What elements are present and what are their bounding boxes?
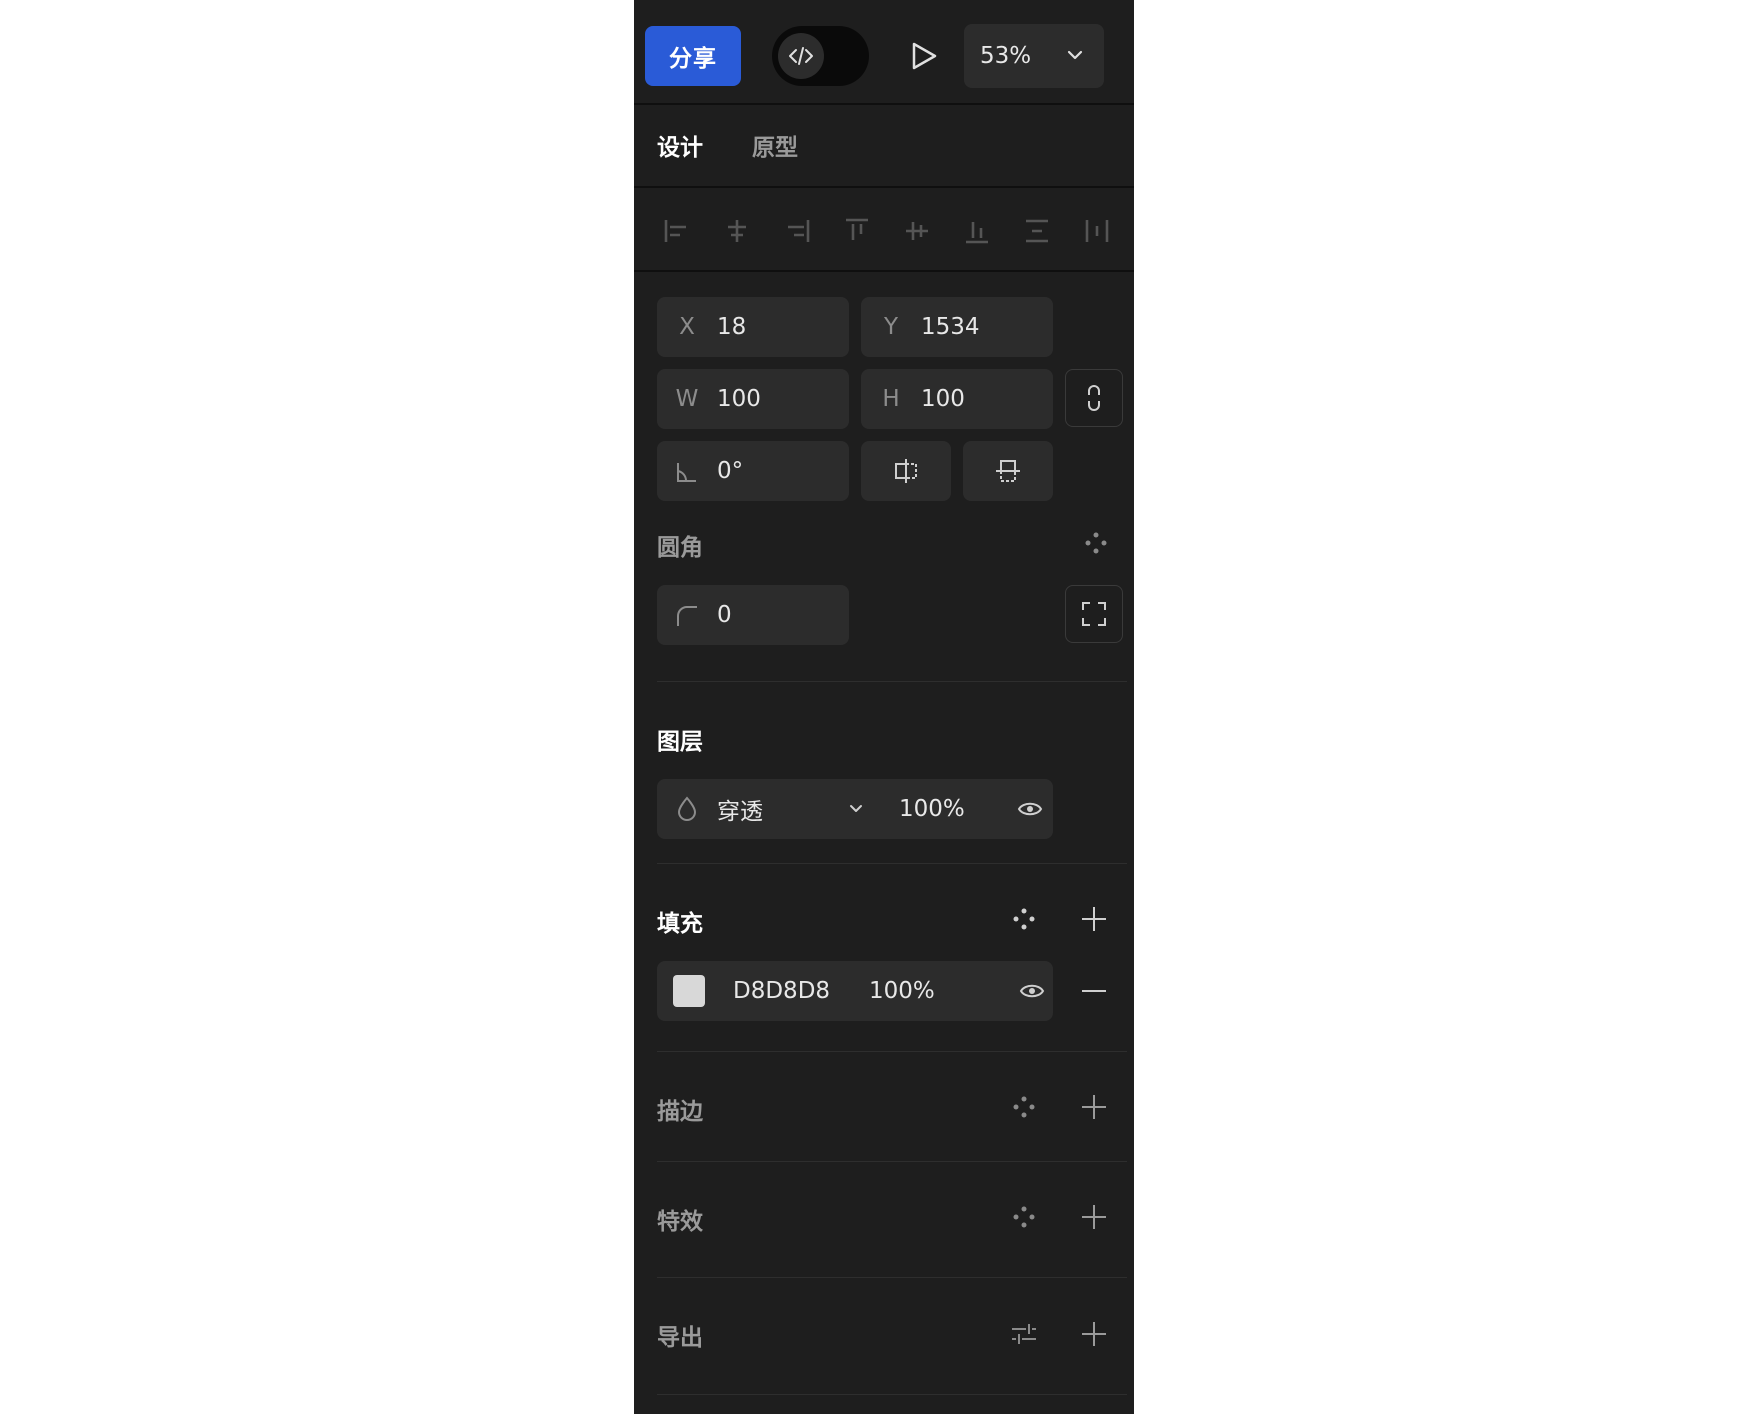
flip-horizontal-button[interactable] [861, 441, 951, 501]
eye-icon[interactable] [1019, 982, 1045, 1000]
divider [634, 186, 1134, 188]
divider [657, 863, 1127, 864]
blend-mode-value[interactable]: 穿透 [717, 792, 847, 826]
distribute-vertical-icon[interactable] [1022, 216, 1052, 246]
zoom-value: 53% [980, 43, 1032, 69]
layer-blend-row: 穿透 100% [657, 779, 1053, 839]
align-top-icon[interactable] [842, 216, 872, 246]
layer-title: 图层 [657, 729, 703, 755]
effects-title: 特效 [657, 1209, 703, 1235]
fill-row: D8D8D8 100% [657, 961, 1053, 1021]
fill-hex-value[interactable]: D8D8D8 [733, 978, 869, 1004]
flip-vertical-button[interactable] [963, 441, 1053, 501]
stroke-title: 描边 [657, 1099, 703, 1125]
variable-icon[interactable] [1083, 530, 1109, 556]
divider [657, 681, 1127, 682]
dev-mode-toggle[interactable] [772, 26, 869, 86]
corner-radius-title: 圆角 [657, 535, 703, 561]
color-swatch[interactable] [673, 975, 705, 1007]
constrain-proportions-button[interactable] [1065, 369, 1123, 427]
y-label: Y [883, 314, 899, 340]
add-stroke-icon[interactable] [1080, 1093, 1108, 1121]
divider [657, 1051, 1127, 1052]
y-position-field[interactable]: Y 1534 [861, 297, 1053, 357]
share-button[interactable]: 分享 [645, 26, 741, 86]
align-vertical-center-icon[interactable] [902, 216, 932, 246]
x-label: X [679, 314, 695, 340]
divider [634, 270, 1134, 272]
add-effect-icon[interactable] [1080, 1203, 1108, 1231]
chevron-down-icon [1067, 50, 1083, 60]
chevron-down-icon[interactable] [847, 800, 865, 818]
y-value: 1534 [921, 314, 980, 340]
link-icon [1088, 385, 1100, 411]
sliders-icon[interactable] [1010, 1320, 1038, 1348]
divider [657, 1161, 1127, 1162]
x-value: 18 [717, 314, 747, 340]
divider [657, 1277, 1127, 1278]
zoom-dropdown[interactable]: 53% [964, 24, 1104, 88]
corners-icon [1082, 602, 1106, 626]
distribute-horizontal-icon[interactable] [1082, 216, 1112, 246]
align-bottom-icon[interactable] [962, 216, 992, 246]
width-field[interactable]: W 100 [657, 369, 849, 429]
code-icon [778, 33, 824, 79]
h-label: H [882, 386, 900, 412]
fill-title: 填充 [657, 911, 703, 937]
w-value: 100 [717, 386, 761, 412]
tab-prototype[interactable]: 原型 [752, 128, 798, 162]
export-title: 导出 [657, 1325, 703, 1351]
drop-icon [657, 796, 717, 823]
design-panel: 分享 53% 设计 原型 X 18 Y 1534 W 100 H 100 0° … [634, 0, 1134, 1414]
align-right-icon[interactable] [782, 216, 812, 246]
rotation-value: 0° [717, 458, 744, 484]
align-horizontal-center-icon[interactable] [722, 216, 752, 246]
w-label: W [675, 386, 699, 412]
rotation-field[interactable]: 0° [657, 441, 849, 501]
flip-vertical-icon [996, 460, 1020, 482]
h-value: 100 [921, 386, 965, 412]
variable-icon[interactable] [1011, 1094, 1037, 1120]
independent-corners-button[interactable] [1065, 585, 1123, 643]
x-position-field[interactable]: X 18 [657, 297, 849, 357]
divider [634, 103, 1134, 105]
height-field[interactable]: H 100 [861, 369, 1053, 429]
angle-icon [657, 458, 717, 484]
variable-icon[interactable] [1011, 1204, 1037, 1230]
corner-radius-icon [657, 602, 717, 628]
corner-radius-value: 0 [717, 602, 732, 628]
remove-fill-icon[interactable] [1080, 977, 1108, 1005]
flip-horizontal-icon [895, 459, 917, 483]
align-left-icon[interactable] [662, 216, 692, 246]
play-icon[interactable] [902, 34, 946, 78]
tab-design[interactable]: 设计 [657, 128, 703, 162]
corner-radius-field[interactable]: 0 [657, 585, 849, 645]
fill-opacity-value[interactable]: 100% [869, 978, 1019, 1004]
variable-icon[interactable] [1011, 906, 1037, 932]
divider [657, 1394, 1127, 1395]
eye-icon[interactable] [1017, 800, 1043, 818]
add-fill-icon[interactable] [1080, 905, 1108, 933]
layer-opacity-value[interactable]: 100% [899, 796, 1017, 822]
add-export-icon[interactable] [1080, 1320, 1108, 1348]
